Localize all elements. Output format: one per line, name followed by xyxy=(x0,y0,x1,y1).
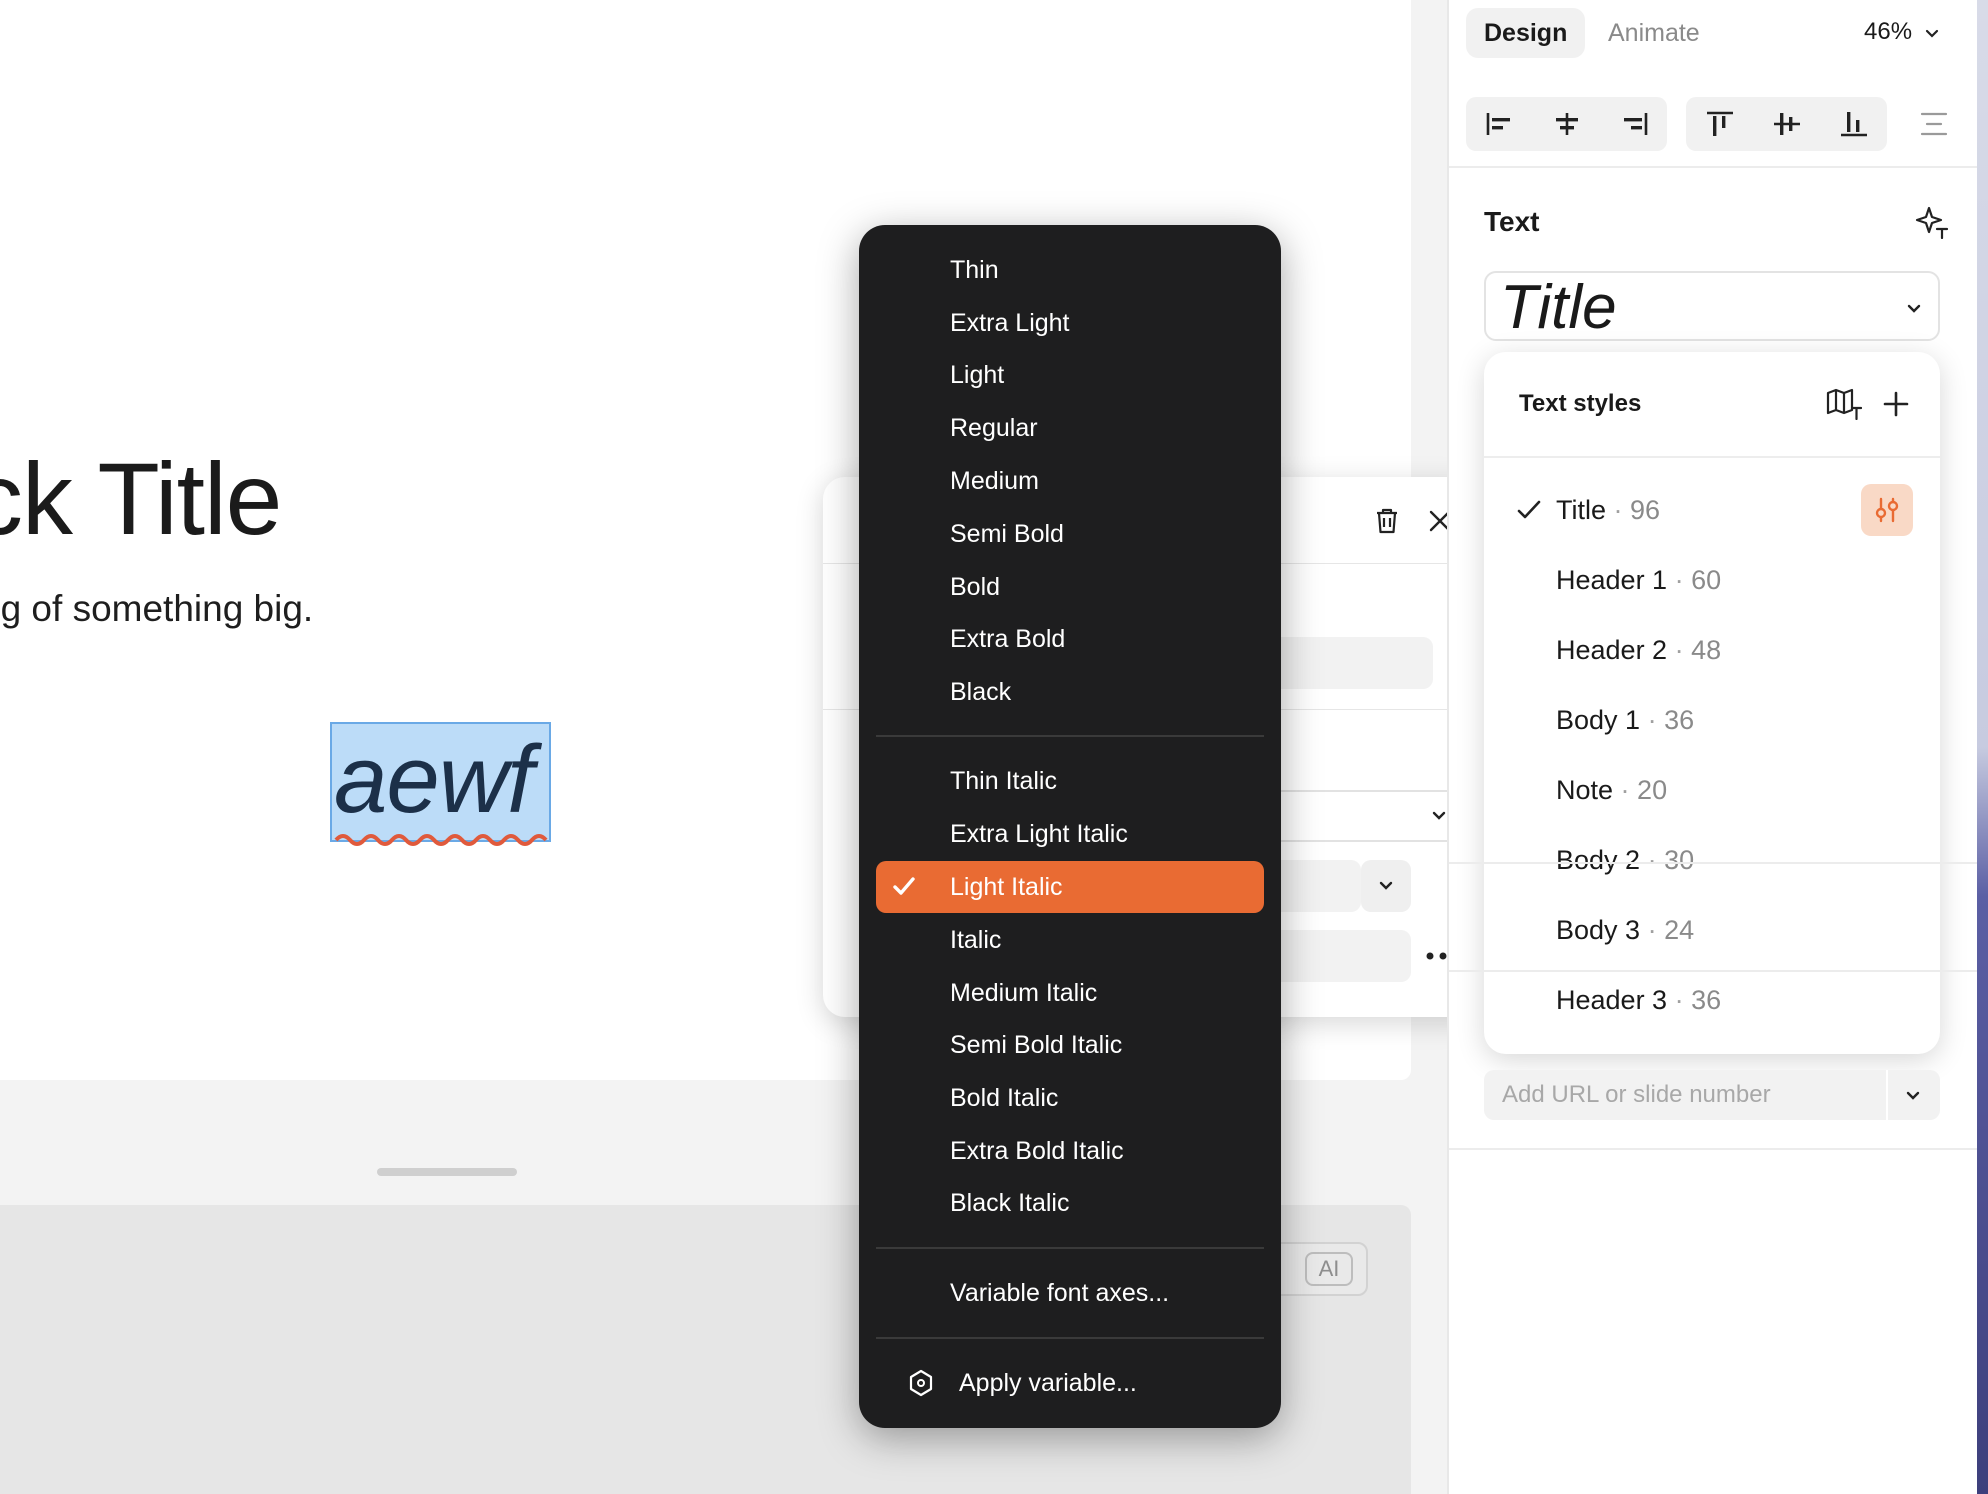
tab-design[interactable]: Design xyxy=(1466,8,1586,58)
menu-divider xyxy=(876,1247,1264,1249)
text-section-title: Text xyxy=(1484,206,1540,237)
style-size: 36 xyxy=(1664,705,1695,735)
style-size: 36 xyxy=(1691,985,1722,1015)
menu-item-extra-bold-italic[interactable]: Extra Bold Italic xyxy=(876,1125,1264,1177)
link-url-placeholder: Add URL or slide number xyxy=(1502,1081,1771,1108)
tab-animate[interactable]: Animate xyxy=(1590,8,1718,58)
inspector-divider xyxy=(1449,166,1977,168)
text-style-select[interactable]: Title xyxy=(1484,271,1940,341)
menu-item-thin[interactable]: Thin xyxy=(876,244,1264,296)
trash-icon[interactable] xyxy=(1367,501,1407,541)
menu-item-semi-bold-italic[interactable]: Semi Bold Italic xyxy=(876,1019,1264,1071)
style-size: 48 xyxy=(1691,635,1722,665)
check-icon xyxy=(1517,500,1541,519)
style-item-title[interactable]: Title · 96 xyxy=(1556,495,1660,526)
style-item-header-3[interactable]: Header 3 · 36 xyxy=(1556,985,1721,1016)
style-name: Header 3 xyxy=(1556,985,1668,1015)
style-name: Header 2 xyxy=(1556,635,1668,665)
align-center-horizontal-icon[interactable] xyxy=(1533,97,1600,151)
chevron-down-icon xyxy=(1925,29,1938,38)
style-size: 24 xyxy=(1664,915,1695,945)
menu-item-medium-italic[interactable]: Medium Italic xyxy=(876,967,1264,1019)
styles-divider xyxy=(1484,456,1940,458)
menu-item-bold-italic[interactable]: Bold Italic xyxy=(876,1072,1264,1124)
horizontal-align-group xyxy=(1466,97,1667,151)
style-item-body-3[interactable]: Body 3 · 24 xyxy=(1556,915,1694,946)
check-icon xyxy=(893,877,915,895)
menu-item-bold[interactable]: Bold xyxy=(876,561,1264,613)
slide-title[interactable]: ck Title xyxy=(0,448,282,550)
style-name: Title xyxy=(1556,495,1607,525)
menu-item-black-italic[interactable]: Black Italic xyxy=(876,1177,1264,1229)
align-left-icon[interactable] xyxy=(1466,97,1533,151)
style-item-body-1[interactable]: Body 1 · 36 xyxy=(1556,705,1694,736)
menu-item-extra-bold[interactable]: Extra Bold xyxy=(876,613,1264,665)
chevron-down-icon xyxy=(1907,304,1921,313)
chevron-down-icon xyxy=(1432,811,1446,820)
style-size: 30 xyxy=(1664,845,1695,875)
menu-item-label: Light Italic xyxy=(950,873,1063,901)
sparkle-text-icon[interactable] xyxy=(1910,202,1954,242)
ai-chip[interactable]: AI xyxy=(1305,1252,1353,1286)
align-middle-icon[interactable] xyxy=(1753,97,1820,151)
style-item-header-2[interactable]: Header 2 · 48 xyxy=(1556,635,1721,666)
align-bottom-icon[interactable] xyxy=(1820,97,1887,151)
menu-item-light-italic[interactable]: Light Italic xyxy=(876,861,1264,913)
menu-item-italic[interactable]: Italic xyxy=(876,914,1264,966)
vertical-align-group xyxy=(1686,97,1887,151)
align-top-icon[interactable] xyxy=(1686,97,1753,151)
zoom-value: 46% xyxy=(1864,18,1913,45)
menu-item-variable-font-axes[interactable]: Variable font axes... xyxy=(876,1267,1264,1319)
style-size: 60 xyxy=(1691,565,1722,595)
text-styles-popup: Text styles Title · 96 Header 1 · 60 Hea… xyxy=(1484,352,1940,1054)
menu-item-light[interactable]: Light xyxy=(876,349,1264,401)
menu-item-black[interactable]: Black xyxy=(876,666,1264,718)
text-styles-heading: Text styles xyxy=(1519,390,1642,417)
style-name: Body 1 xyxy=(1556,705,1641,735)
style-item-header-1[interactable]: Header 1 · 60 xyxy=(1556,565,1721,596)
desktop-edge xyxy=(1977,0,1988,1494)
menu-item-regular[interactable]: Regular xyxy=(876,402,1264,454)
style-name: Header 1 xyxy=(1556,565,1668,595)
menu-item-extra-light[interactable]: Extra Light xyxy=(876,297,1264,349)
menu-item-apply-variable[interactable]: Apply variable... xyxy=(876,1357,1264,1409)
chevron-down-icon xyxy=(1379,881,1393,890)
style-name: Note xyxy=(1556,775,1614,805)
menu-item-label: Apply variable... xyxy=(959,1369,1137,1397)
distribute-icon[interactable] xyxy=(1912,104,1956,144)
align-right-icon[interactable] xyxy=(1600,97,1667,151)
link-url-input[interactable]: Add URL or slide number xyxy=(1484,1070,1940,1120)
chevron-down-icon[interactable] xyxy=(1905,1090,1921,1102)
spellcheck-squiggle xyxy=(334,834,548,846)
edit-style-icon[interactable] xyxy=(1861,484,1913,536)
menu-item-semi-bold[interactable]: Semi Bold xyxy=(876,508,1264,560)
slide-subtitle[interactable]: ng of something big. xyxy=(0,588,313,630)
menu-divider xyxy=(876,1337,1264,1339)
text-style-value: Title xyxy=(1500,273,1617,342)
style-size: 20 xyxy=(1637,775,1668,805)
inspector-divider xyxy=(1449,862,1977,864)
menu-item-extra-light-italic[interactable]: Extra Light Italic xyxy=(876,808,1264,860)
style-size: 96 xyxy=(1630,495,1661,525)
variable-hexagon-icon xyxy=(909,1369,933,1397)
font-weight-dropdown[interactable] xyxy=(1361,860,1411,912)
menu-divider xyxy=(876,735,1264,737)
style-library-icon[interactable] xyxy=(1822,382,1866,426)
font-weight-menu: Thin Extra Light Light Regular Medium Se… xyxy=(859,225,1281,1428)
add-style-icon[interactable] xyxy=(1874,382,1918,426)
url-field-divider xyxy=(1886,1070,1888,1120)
inspector-divider xyxy=(1449,1148,1977,1150)
style-item-body-2[interactable]: Body 2 · 30 xyxy=(1556,845,1694,876)
inspector-divider xyxy=(1449,970,1977,972)
panel-resize-handle[interactable] xyxy=(377,1168,517,1176)
menu-item-medium[interactable]: Medium xyxy=(876,455,1264,507)
app-root: ck Title ng of something big. aewf AI Th… xyxy=(0,0,1988,1494)
selected-text-box[interactable]: aewf xyxy=(330,722,551,842)
zoom-level[interactable]: 46% xyxy=(1864,18,1939,46)
menu-item-thin-italic[interactable]: Thin Italic xyxy=(876,755,1264,807)
style-name: Body 3 xyxy=(1556,915,1641,945)
style-name: Body 2 xyxy=(1556,845,1641,875)
style-item-note[interactable]: Note · 20 xyxy=(1556,775,1667,806)
